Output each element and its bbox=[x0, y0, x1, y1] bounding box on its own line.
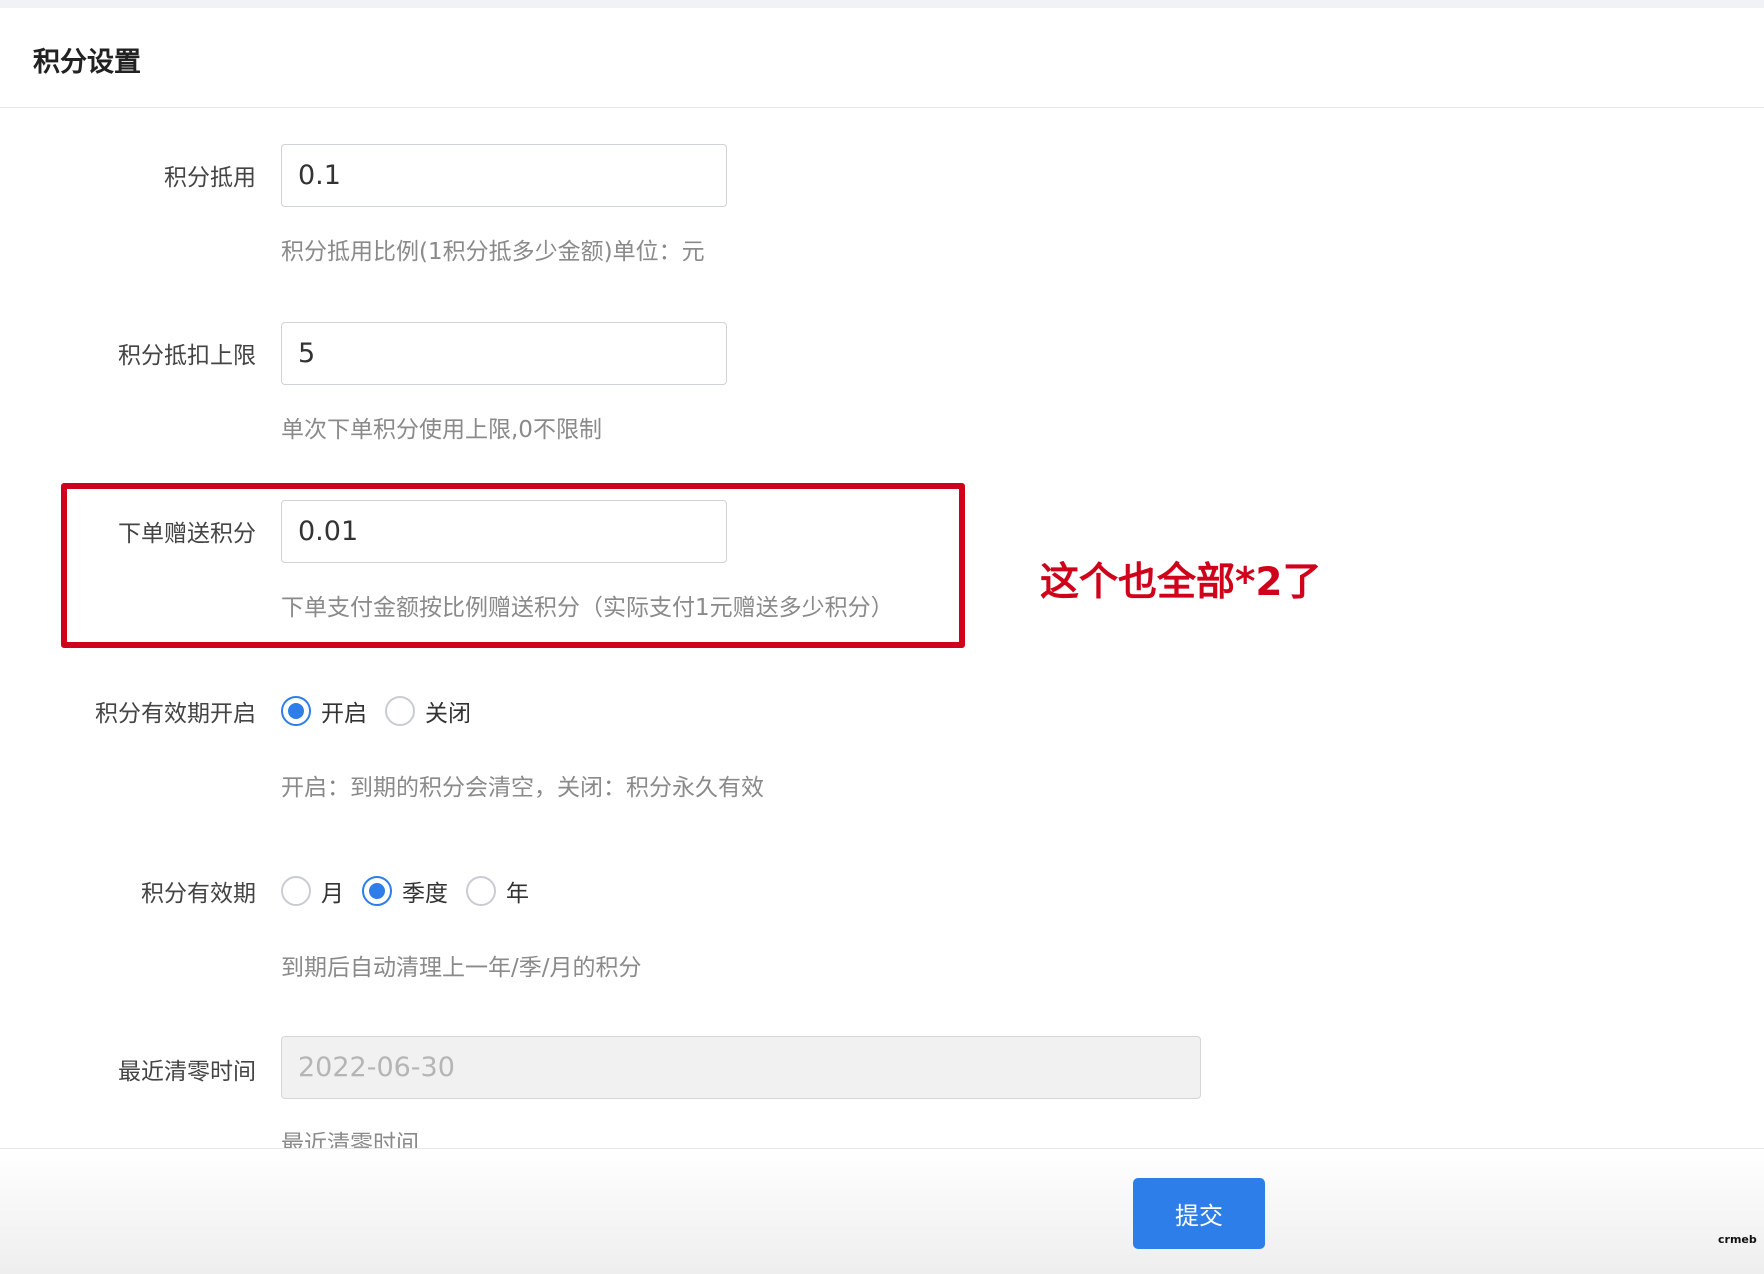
radio-label: 季度 bbox=[402, 881, 448, 907]
radio-checked-icon bbox=[281, 696, 311, 726]
radio-unchecked-icon bbox=[466, 876, 496, 906]
annotation-highlight-box bbox=[61, 483, 965, 648]
radio-option-open[interactable]: 开启 bbox=[281, 694, 367, 728]
radio-option-quarter[interactable]: 季度 bbox=[362, 874, 448, 908]
annotation-text: 这个也全部*2了 bbox=[1040, 560, 1322, 605]
deduction-limit-label: 积分抵扣上限 bbox=[118, 343, 256, 369]
validity-enable-radio-group: 开启 关闭 bbox=[281, 694, 489, 728]
page-header: 积分设置 bbox=[0, 8, 1764, 108]
footer-bar bbox=[0, 1148, 1764, 1274]
radio-label: 开启 bbox=[321, 701, 367, 727]
validity-enable-label: 积分有效期开启 bbox=[95, 701, 256, 727]
top-strip bbox=[0, 0, 1764, 8]
radio-option-month[interactable]: 月 bbox=[281, 874, 344, 908]
radio-label: 关闭 bbox=[425, 701, 471, 727]
radio-label: 年 bbox=[506, 881, 529, 907]
radio-option-close[interactable]: 关闭 bbox=[385, 694, 471, 728]
deduction-help: 积分抵用比例(1积分抵多少金额)单位：元 bbox=[281, 239, 705, 265]
page-title: 积分设置 bbox=[33, 47, 141, 78]
radio-checked-icon bbox=[362, 876, 392, 906]
last-clear-input: 2022-06-30 bbox=[281, 1036, 1201, 1099]
deduction-input[interactable]: 0.1 bbox=[281, 144, 727, 207]
radio-unchecked-icon bbox=[281, 876, 311, 906]
radio-unchecked-icon bbox=[385, 696, 415, 726]
deduction-limit-input[interactable]: 5 bbox=[281, 322, 727, 385]
deduction-limit-help: 单次下单积分使用上限,0不限制 bbox=[281, 417, 602, 443]
brand-logo: crmeb bbox=[1718, 1233, 1757, 1246]
deduction-label: 积分抵用 bbox=[164, 165, 256, 191]
validity-enable-help: 开启：到期的积分会清空，关闭：积分永久有效 bbox=[281, 775, 764, 801]
validity-period-radio-group: 月 季度 年 bbox=[281, 874, 547, 908]
radio-option-year[interactable]: 年 bbox=[466, 874, 529, 908]
submit-button[interactable]: 提交 bbox=[1133, 1178, 1265, 1249]
radio-label: 月 bbox=[321, 881, 344, 907]
validity-period-label: 积分有效期 bbox=[141, 881, 256, 907]
last-clear-label: 最近清零时间 bbox=[118, 1059, 256, 1085]
validity-period-help: 到期后自动清理上一年/季/月的积分 bbox=[281, 955, 642, 981]
